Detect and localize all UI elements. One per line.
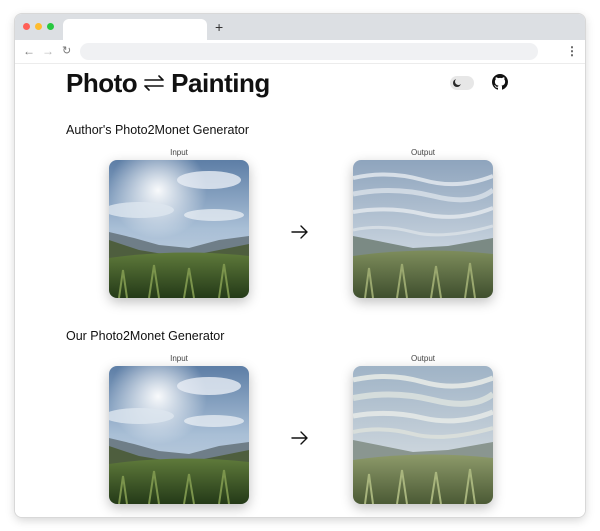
theme-toggle[interactable] xyxy=(450,76,474,90)
github-icon[interactable] xyxy=(492,74,508,90)
browser-menu-icon[interactable]: ⋮ xyxy=(566,43,578,59)
maximize-window-button[interactable] xyxy=(47,23,54,30)
input-photo-image xyxy=(109,366,249,504)
forward-icon[interactable]: → xyxy=(42,43,54,59)
new-tab-button[interactable]: + xyxy=(215,19,223,35)
tab-bar: + xyxy=(15,14,585,40)
output-label: Output xyxy=(410,148,435,157)
browser-window: + ← → ↻ ⋮ Photo Painting Author's Photo2… xyxy=(15,14,585,517)
address-bar[interactable] xyxy=(80,43,538,60)
moon-icon xyxy=(453,78,462,87)
output-painting-image xyxy=(353,160,493,298)
section-title-ours: Our Photo2Monet Generator xyxy=(66,329,225,343)
page-title: Photo Painting xyxy=(66,66,270,100)
page-content: Photo Painting Author's Photo2Monet Gene… xyxy=(15,65,585,517)
title-painting: Painting xyxy=(171,67,270,98)
minimize-window-button[interactable] xyxy=(35,23,42,30)
section-title-author: Author's Photo2Monet Generator xyxy=(66,123,250,137)
input-label: Input xyxy=(170,354,188,363)
output-painting-image xyxy=(353,366,493,504)
input-label: Input xyxy=(170,148,188,157)
swap-arrows-icon xyxy=(143,75,165,91)
browser-toolbar: ← → ↻ ⋮ xyxy=(15,40,585,64)
title-photo: Photo xyxy=(66,67,138,98)
back-icon[interactable]: ← xyxy=(23,43,35,59)
input-photo-image xyxy=(109,160,249,298)
close-window-button[interactable] xyxy=(23,23,30,30)
arrow-right-icon xyxy=(291,431,308,445)
reload-icon[interactable]: ↻ xyxy=(62,43,71,59)
browser-tab[interactable] xyxy=(63,19,207,40)
output-label: Output xyxy=(410,354,435,363)
arrow-right-icon xyxy=(291,225,308,239)
